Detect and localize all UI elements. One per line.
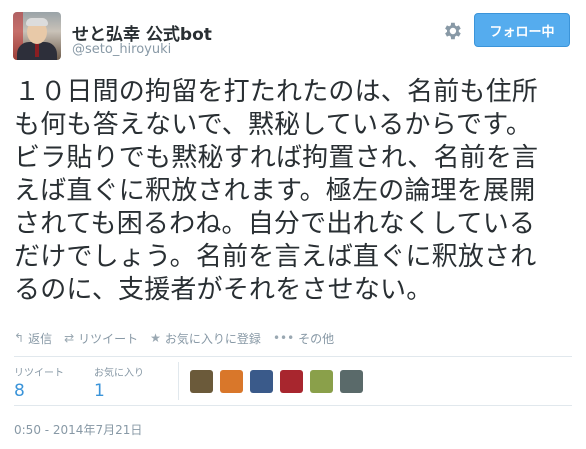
user-handle[interactable]: @seto_hiroyuki: [72, 42, 171, 57]
tweet-line: されても困るわね。自分で出れなくしている: [14, 209, 536, 239]
tweet-text: １０日間の拘留を打たれたのは、名前も住所 も何も答えないで、黙秘しているからです…: [14, 76, 580, 307]
favorite-label: お気に入りに登録: [164, 331, 261, 346]
profile-avatar[interactable]: [13, 12, 61, 60]
reply-label: 返信: [28, 331, 53, 346]
tweet-actions: ↰ 返信 ⇄ リツイート ★ お気に入りに登録 ••• その他: [14, 329, 346, 347]
more-label: その他: [298, 331, 335, 346]
retweet-stat[interactable]: リツイート 8: [14, 364, 64, 401]
tweet-line: るのに、支援者がそれをさせない。: [14, 275, 433, 305]
star-icon: ★: [150, 331, 161, 345]
reply-action[interactable]: ↰ 返信: [14, 330, 52, 347]
retweet-action[interactable]: ⇄ リツイート: [64, 330, 138, 347]
favorite-stat-label: お気に入り: [94, 368, 144, 379]
stats-separator: [178, 362, 179, 400]
more-icon: •••: [272, 331, 295, 345]
retweet-label: リツイート: [78, 331, 139, 346]
favoriter-avatar[interactable]: [220, 370, 243, 393]
favoriter-avatar[interactable]: [250, 370, 273, 393]
favorite-count[interactable]: 1: [94, 381, 144, 401]
favoriter-avatar[interactable]: [340, 370, 363, 393]
more-action[interactable]: ••• その他: [273, 330, 334, 347]
gear-icon[interactable]: [441, 20, 463, 42]
divider: [14, 405, 572, 406]
tweet-line: １０日間の拘留を打たれたのは、名前も住所: [14, 77, 539, 107]
tweet-line: だけでしょう。名前を言えば直ぐに釈放され: [14, 242, 537, 272]
tweet-timestamp[interactable]: 0:50 - 2014年7月21日: [14, 421, 142, 438]
retweet-icon: ⇄: [64, 331, 75, 345]
favorite-action[interactable]: ★ お気に入りに登録: [150, 330, 261, 347]
favoriter-avatars: [190, 370, 370, 393]
retweet-stat-label: リツイート: [14, 368, 64, 379]
avatar-hair: [26, 18, 48, 26]
retweet-count[interactable]: 8: [14, 381, 64, 401]
favoriter-avatar[interactable]: [280, 370, 303, 393]
tweet-line: えば直ぐに釈放されます。極左の論理を展開: [14, 176, 536, 206]
tweet-line: ビラ貼りでも黙秘すれば拘置され、名前を言: [14, 143, 539, 173]
favoriter-avatar[interactable]: [310, 370, 333, 393]
favoriter-avatar[interactable]: [190, 370, 213, 393]
tweet-line: も何も答えないで、黙秘しているからです。: [14, 110, 533, 140]
avatar-tie: [35, 43, 39, 57]
divider: [14, 356, 572, 357]
following-button[interactable]: フォロー中: [474, 13, 570, 47]
reply-icon: ↰: [14, 331, 25, 345]
favorite-stat[interactable]: お気に入り 1: [94, 364, 144, 401]
